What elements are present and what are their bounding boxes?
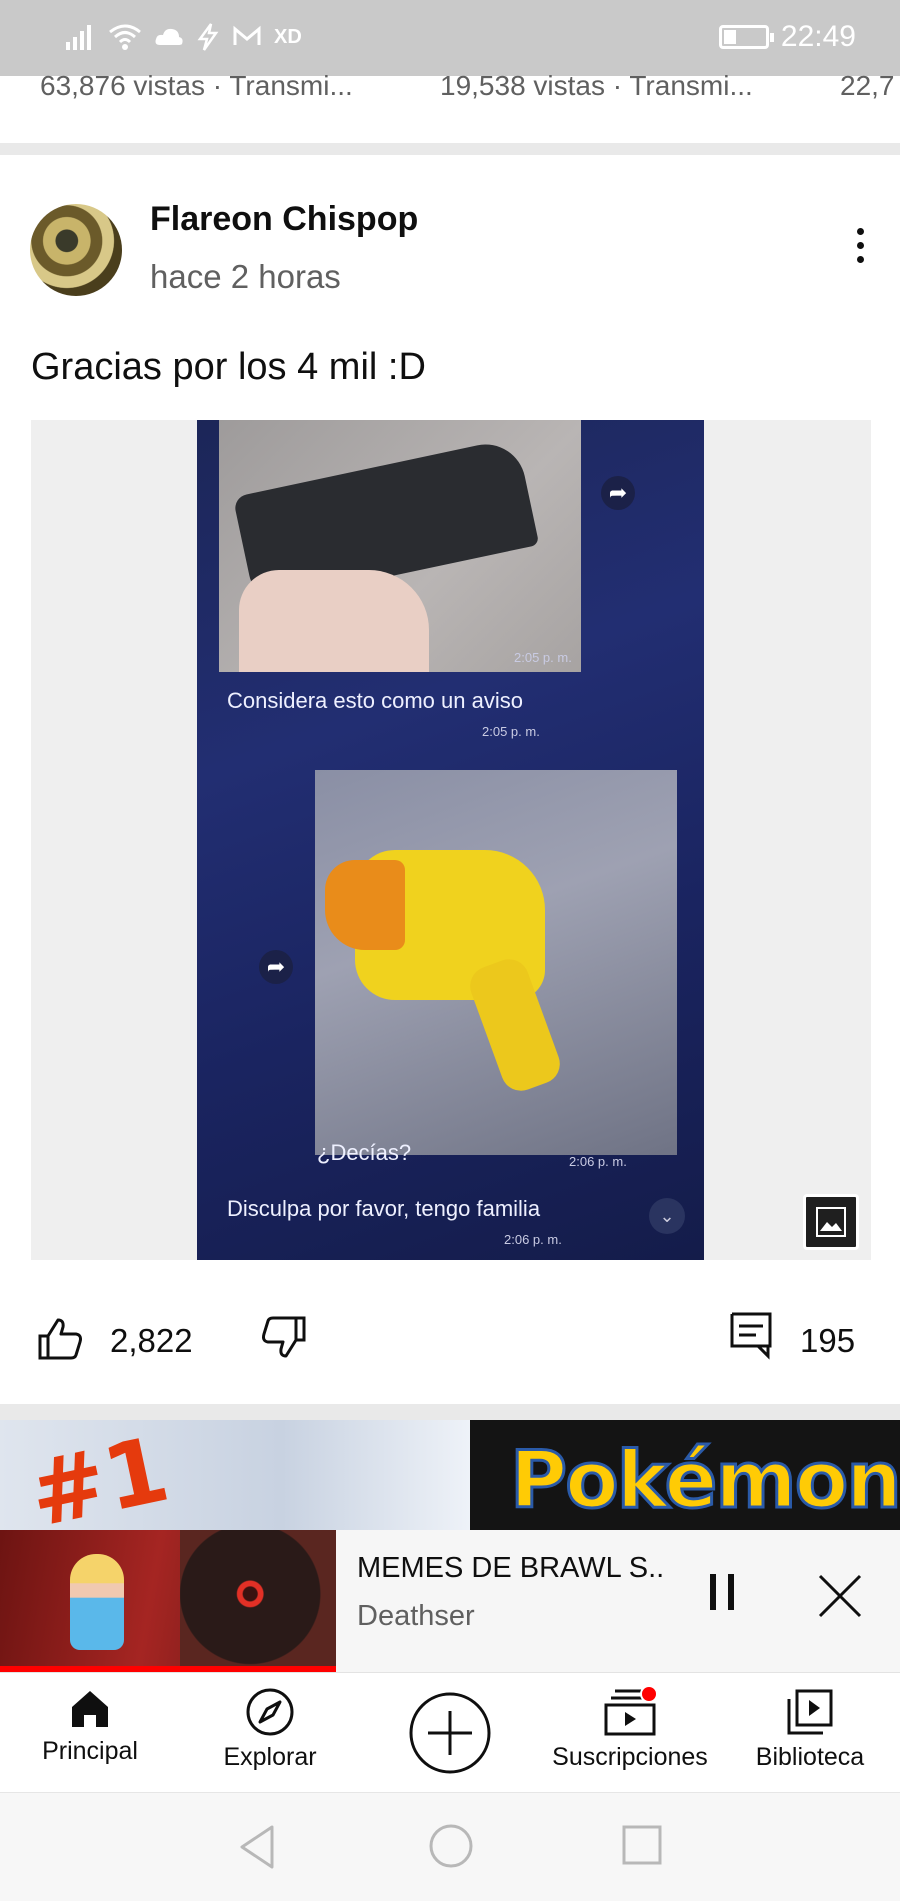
message-timestamp: 2:06 p. m. (569, 1154, 627, 1169)
mini-player[interactable]: MEMES DE BRAWL S.. Deathser (0, 1530, 900, 1672)
thumbnail-character (70, 1554, 124, 1650)
message-caption: Considera esto como un aviso (227, 688, 523, 713)
nav-item-suscripciones[interactable]: Suscripciones (540, 1673, 720, 1793)
forward-icon: ➦ (259, 950, 293, 984)
message-timestamp: 2:06 p. m. (504, 1232, 562, 1247)
section-divider (0, 1404, 900, 1420)
system-navigation-bar (0, 1792, 900, 1901)
message-timestamp: 2:05 p. m. (514, 650, 572, 665)
hand-shape (239, 570, 429, 672)
recents-icon[interactable] (620, 1823, 664, 1867)
nav-item-create[interactable] (400, 1673, 500, 1793)
thumbnail-face (180, 1530, 336, 1672)
mail-icon (233, 25, 261, 45)
like-icon[interactable] (36, 1314, 86, 1364)
post-image: 2:05 p. m. ➦ Considera esto como un avis… (197, 420, 704, 1260)
close-icon[interactable] (816, 1572, 864, 1620)
toy-handle (464, 953, 566, 1097)
library-icon (787, 1689, 833, 1735)
battery-icon (718, 25, 774, 49)
nav-item-explorar[interactable]: Explorar (210, 1673, 330, 1793)
next-video-thumbnail[interactable]: #1 Pokémon (0, 1420, 900, 1530)
post-text: Gracias por los 4 mil :D (31, 346, 426, 388)
shelf-item-meta[interactable]: 19,538 vistas · Transmi... (440, 70, 753, 102)
message-caption: Disculpa por favor, tengo familia (227, 1196, 541, 1221)
shelf-item-meta[interactable]: 63,876 vistas · Transmi... (40, 70, 353, 102)
nav-item-principal[interactable]: Principal (30, 1673, 150, 1793)
message-caption: ¿Decías? (317, 1140, 412, 1165)
like-count: 2,822 (110, 1322, 193, 1359)
cloud-icon (155, 28, 183, 45)
bolt-icon (197, 23, 219, 51)
bottom-navigation: Principal Explorar Suscripciones Bibliot… (0, 1672, 900, 1792)
home-icon (72, 1691, 108, 1727)
post-actions: 2,822 195 (0, 1300, 900, 1380)
nav-label: Principal (42, 1737, 138, 1765)
xd-icon: XD (274, 25, 302, 48)
mini-player-title[interactable]: MEMES DE BRAWL S.. (357, 1552, 664, 1585)
signal-icon (66, 25, 91, 50)
section-divider (0, 143, 900, 155)
thumbnail-rank: #1 (20, 1420, 178, 1530)
more-options-icon[interactable] (850, 228, 870, 268)
gun-photo: 2:05 p. m. (219, 420, 581, 672)
nav-label: Explorar (223, 1743, 317, 1771)
nav-label: Suscripciones (552, 1743, 708, 1771)
image-gallery-icon[interactable] (803, 1194, 859, 1250)
clock: 22:49 (780, 20, 856, 53)
notification-dot (640, 1685, 658, 1703)
home-button-icon[interactable] (428, 1823, 474, 1869)
channel-avatar[interactable] (30, 204, 122, 296)
shelf-item-meta[interactable]: 22,7 (840, 70, 895, 102)
post-author[interactable]: Flareon Chispop (150, 200, 418, 239)
thumbnail-brand: Pokémon (509, 1435, 900, 1528)
create-icon (409, 1692, 491, 1774)
toy-nose (325, 860, 405, 950)
post-time: hace 2 horas (150, 258, 341, 295)
message-timestamp: 2:05 p. m. (482, 724, 540, 739)
pause-icon[interactable] (704, 1574, 740, 1614)
back-icon[interactable] (236, 1823, 280, 1871)
nav-item-biblioteca[interactable]: Biblioteca (750, 1673, 870, 1793)
nav-label: Biblioteca (755, 1743, 865, 1771)
mini-player-channel: Deathser (357, 1600, 475, 1632)
comment-count: 195 (800, 1322, 856, 1359)
status-bar: XD 22:49 (0, 0, 900, 76)
compass-icon (246, 1688, 294, 1736)
mini-player-thumbnail[interactable] (0, 1530, 336, 1672)
status-icons: XD (64, 22, 302, 52)
thumbnail-art: #1 (0, 1420, 470, 1530)
post-image-container[interactable]: 2:05 p. m. ➦ Considera esto como un avis… (31, 420, 871, 1260)
forward-icon: ➦ (601, 476, 635, 510)
wifi-icon (109, 24, 141, 50)
dislike-icon[interactable] (258, 1312, 308, 1362)
chevron-down-icon: ⌄ (649, 1198, 685, 1234)
toy-gun-photo (315, 770, 677, 1155)
status-right: 22:49 (718, 20, 856, 54)
video-shelf-meta-row: 63,876 vistas · Transmi... 19,538 vistas… (0, 70, 900, 110)
comment-icon[interactable] (728, 1310, 774, 1360)
